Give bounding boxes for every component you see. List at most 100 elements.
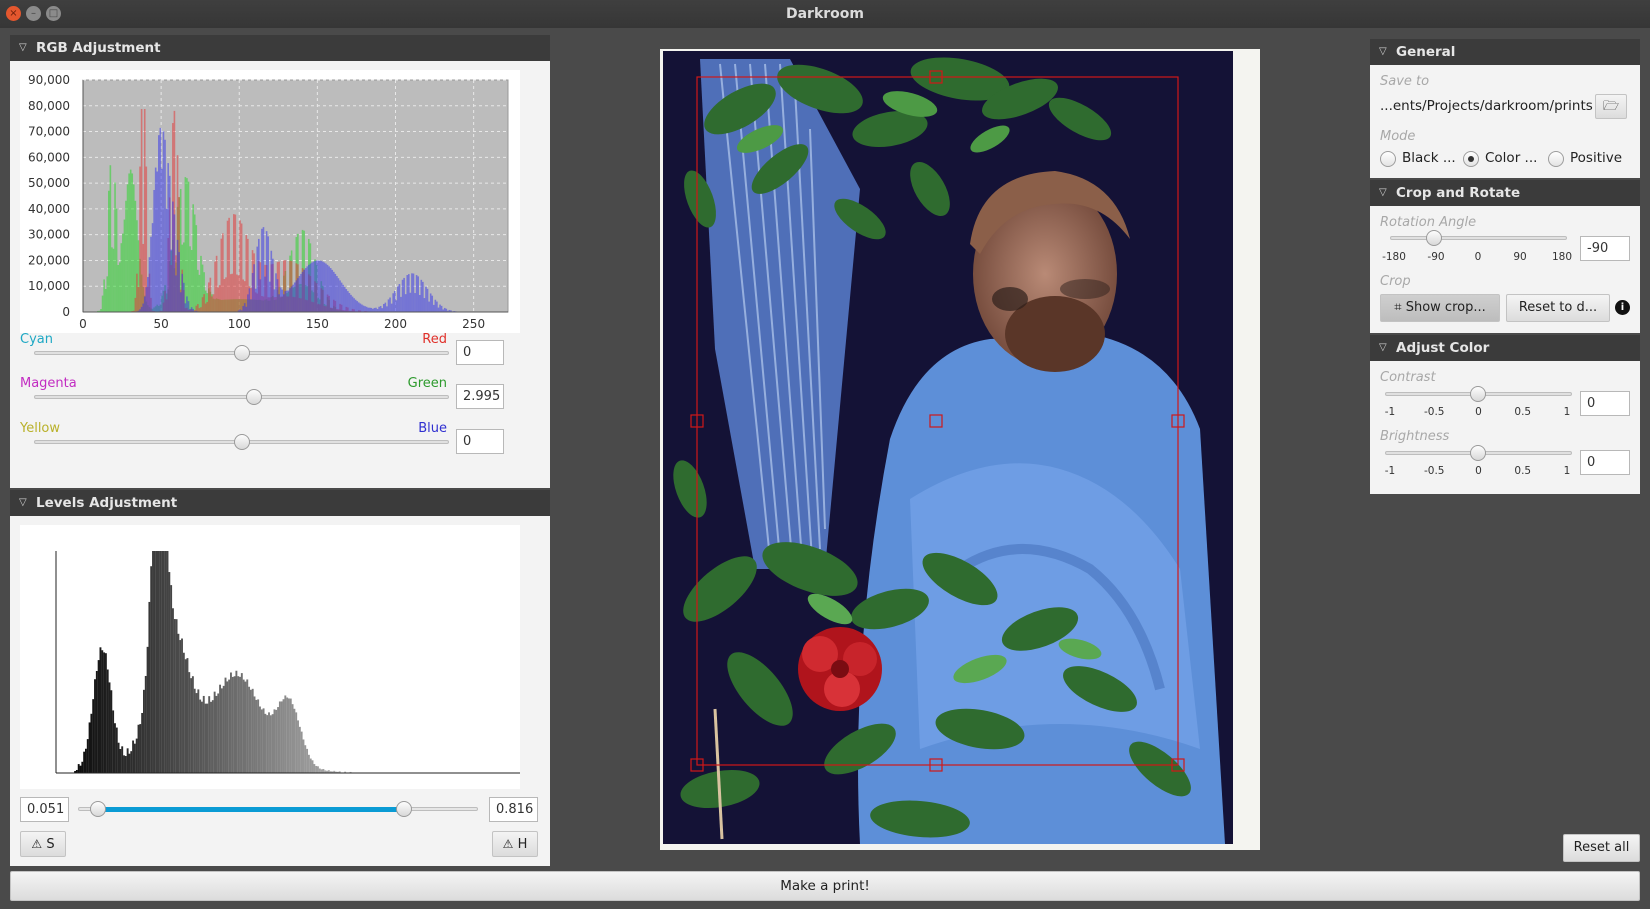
levels-bar — [244, 681, 247, 773]
levels-bar — [268, 712, 270, 773]
levels-bar — [266, 715, 269, 773]
rgb-adjustment-header[interactable]: ▽ RGB Adjustment — [10, 35, 550, 61]
histogram-bar — [217, 287, 219, 312]
levels-adjustment-header[interactable]: ▽ Levels Adjustment — [10, 490, 550, 516]
levels-bar — [295, 712, 298, 773]
histogram-bar — [378, 306, 380, 312]
adjust-color-header[interactable]: ▽ Adjust Color — [1370, 335, 1640, 361]
close-window-icon[interactable]: × — [6, 6, 21, 21]
histogram-bar — [297, 278, 299, 312]
reset-all-button[interactable]: Reset all — [1563, 834, 1640, 862]
slider-tick-label: -1 — [1384, 465, 1396, 477]
histogram-bar — [417, 276, 419, 312]
histogram-bar — [276, 279, 279, 312]
histogram-bar — [209, 277, 212, 312]
histogram-bar — [256, 246, 259, 312]
collapse-chevron-icon: ▽ — [19, 497, 27, 508]
rotation-angle-input[interactable]: -90 — [1580, 236, 1630, 261]
mode-radio[interactable] — [1548, 151, 1564, 167]
brightness-slider-thumb[interactable] — [1470, 445, 1486, 461]
rotation-slider-track[interactable] — [1390, 236, 1567, 240]
levels-bar — [202, 695, 205, 773]
levels-bar — [103, 652, 106, 773]
levels-bar — [79, 765, 82, 773]
levels-high-thumb[interactable] — [396, 801, 413, 817]
minimize-window-icon[interactable]: – — [26, 6, 41, 21]
levels-low-thumb[interactable] — [90, 801, 107, 817]
histogram-bar — [156, 171, 159, 312]
levels-bar — [124, 756, 127, 773]
histogram-bar — [289, 288, 291, 312]
histogram-bar — [295, 280, 298, 312]
clip-shadows-button[interactable]: ⚠ S — [20, 831, 66, 857]
slider-tick-label: 0.5 — [1514, 406, 1532, 418]
histogram-bar — [318, 260, 321, 312]
histogram-bar — [140, 306, 143, 312]
maximize-window-icon[interactable]: □ — [46, 6, 61, 21]
x-tick-label: 50 — [153, 317, 168, 331]
browse-folder-button[interactable]: 🗁 — [1595, 94, 1627, 119]
levels-high-input[interactable]: 0.816 — [489, 797, 538, 822]
histogram-bar — [411, 273, 413, 312]
histogram-bar — [164, 139, 166, 312]
histogram-bar — [423, 298, 426, 312]
histogram-bar — [200, 307, 202, 312]
histogram-bar — [364, 306, 366, 312]
levels-bar — [317, 766, 319, 773]
levels-bar — [150, 566, 153, 773]
histogram-bar — [231, 273, 234, 312]
histogram-bar — [215, 255, 218, 312]
histogram-bar — [134, 200, 137, 312]
levels-bar — [273, 709, 276, 773]
reset-crop-button[interactable]: Reset to d... — [1506, 294, 1610, 322]
levels-bar — [121, 746, 124, 773]
histogram-bar — [109, 165, 112, 312]
contrast-slider-thumb[interactable] — [1470, 386, 1486, 402]
levels-bar — [123, 755, 125, 773]
histogram-bar — [408, 274, 410, 312]
levels-bar — [306, 748, 309, 773]
color-balance-slider-track[interactable] — [34, 395, 449, 399]
levels-low-input[interactable]: 0.051 — [20, 797, 69, 822]
mode-radio-label[interactable]: Color ... — [1485, 150, 1537, 166]
crop-rotate-header[interactable]: ▽ Crop and Rotate — [1370, 180, 1640, 206]
photo-preview[interactable] — [660, 49, 1260, 850]
levels-bar — [298, 726, 301, 773]
levels-bar — [161, 551, 164, 773]
color-balance-slider-thumb[interactable] — [245, 389, 262, 405]
color-balance-input[interactable]: 0 — [456, 340, 504, 365]
brightness-input[interactable]: 0 — [1580, 450, 1630, 475]
histogram-bar — [287, 290, 290, 312]
color-balance-slider-thumb[interactable] — [233, 434, 250, 450]
histogram-bar — [122, 233, 124, 312]
histogram-bar — [173, 214, 176, 312]
info-icon[interactable]: i — [1615, 300, 1630, 315]
histogram-bar — [401, 279, 404, 312]
show-crop-button[interactable]: ⌗ Show crop... — [1380, 294, 1500, 322]
histogram-bar — [145, 287, 148, 312]
color-balance-input[interactable]: 0 — [456, 429, 504, 454]
contrast-input[interactable]: 0 — [1580, 391, 1630, 416]
histogram-bar — [214, 261, 216, 312]
histogram-bar — [147, 277, 149, 312]
mode-radio-label[interactable]: Positive — [1570, 150, 1622, 166]
histogram-bar — [140, 109, 143, 312]
clip-highlights-button[interactable]: ⚠ H — [492, 831, 538, 857]
mode-radio[interactable] — [1380, 151, 1396, 167]
histogram-bar — [143, 109, 146, 312]
general-header[interactable]: ▽ General — [1370, 39, 1640, 65]
levels-bar — [112, 710, 115, 773]
histogram-bar — [106, 276, 109, 312]
make-print-button[interactable]: Make a print! — [10, 871, 1640, 901]
levels-histogram-svg — [55, 551, 520, 774]
color-balance-input[interactable]: 2.995 — [456, 384, 504, 409]
color-balance-slider-thumb[interactable] — [233, 345, 250, 361]
red-flower — [798, 627, 882, 711]
histogram-bar — [229, 274, 232, 312]
levels-bar — [211, 700, 214, 773]
histogram-bar — [317, 260, 319, 312]
mode-radio-label[interactable]: Black ... — [1402, 150, 1456, 166]
mode-radio[interactable] — [1463, 151, 1479, 167]
rotation-slider-thumb[interactable] — [1426, 230, 1442, 246]
histogram-bar — [323, 262, 326, 312]
